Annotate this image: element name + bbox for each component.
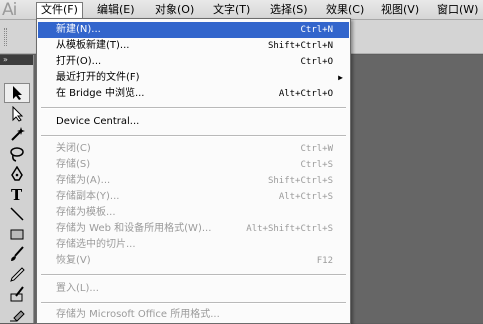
menu-item-device-central[interactable]: Device Central... (38, 114, 349, 130)
menu-item-save-selected-slices[interactable]: 存储选中的切片... (38, 237, 349, 253)
menu-item-browse-in-bridge[interactable]: 在 Bridge 中浏览... Alt+Ctrl+O (38, 86, 349, 102)
menu-item-label: 存储副本(Y)... (56, 191, 120, 202)
menu-item-shortcut: Ctrl+O (300, 57, 333, 67)
menu-item-label: 存储为 Web 和设备所用格式(W)... (56, 223, 212, 234)
menu-item-label: 打开(O)... (56, 56, 102, 67)
selection-tool-icon[interactable] (4, 83, 30, 103)
menu-item-open[interactable]: 打开(O)... Ctrl+O (38, 54, 349, 70)
menu-item-shortcut: Alt+Ctrl+O (278, 89, 333, 99)
menu-item-label: 恢复(V) (56, 255, 91, 266)
menu-item-close[interactable]: 关闭(C) Ctrl+W (38, 141, 349, 157)
menu-item-shortcut: Shift+Ctrl+S (267, 176, 333, 186)
control-bar-grip[interactable] (4, 28, 7, 46)
menu-item-recent-files[interactable]: 最近打开的文件(F) ▶ (38, 70, 349, 86)
menu-item-shortcut: Shift+Ctrl+N (267, 41, 333, 51)
menu-file[interactable]: 文件(F) (36, 2, 83, 18)
menu-item-save-a-copy[interactable]: 存储副本(Y)... Alt+Ctrl+S (38, 189, 349, 205)
type-tool-icon[interactable]: T (4, 184, 30, 204)
menu-effect[interactable]: 效果(C) (322, 2, 368, 18)
menu-item-save-for-microsoft-office[interactable]: 存储为 Microsoft Office 所用格式... (38, 307, 349, 323)
menu-edit[interactable]: 编辑(E) (93, 2, 139, 18)
menu-object[interactable]: 对象(O) (151, 2, 198, 18)
menu-item-save-as[interactable]: 存储为(A)... Shift+Ctrl+S (38, 173, 349, 189)
menu-item-shortcut: Alt+Ctrl+S (278, 192, 333, 202)
lasso-tool-icon[interactable] (4, 144, 30, 164)
menu-view[interactable]: 视图(V) (377, 2, 423, 18)
menu-window[interactable]: 窗口(W) (433, 2, 482, 18)
menu-item-label: 存储为模板... (56, 207, 116, 218)
menu-item-shortcut: Alt+Shift+Ctrl+S (246, 224, 333, 234)
menu-separator (41, 107, 346, 109)
line-segment-tool-icon[interactable] (4, 204, 30, 224)
magic-wand-tool-icon[interactable] (4, 124, 30, 144)
menu-item-label: 从模板新建(T)... (56, 40, 130, 51)
menu-item-shortcut: Ctrl+W (300, 144, 333, 154)
menu-item-label: 存储为 Microsoft Office 所用格式... (56, 309, 220, 320)
menu-item-revert[interactable]: 恢复(V) F12 (38, 253, 349, 269)
rectangle-tool-icon[interactable] (4, 224, 30, 244)
menu-item-label: 关闭(C) (56, 143, 91, 154)
menu-item-label: 存储为(A)... (56, 175, 111, 186)
menu-separator (41, 135, 346, 137)
pencil-tool-icon[interactable] (4, 264, 30, 284)
toolbox-collapse-handle[interactable]: » (0, 55, 33, 65)
eraser-tool-icon[interactable] (4, 304, 30, 324)
submenu-arrow-icon: ▶ (338, 73, 343, 82)
menu-item-shortcut: Ctrl+S (300, 160, 333, 170)
menu-item-save-as-template[interactable]: 存储为模板... (38, 205, 349, 221)
svg-text:T: T (11, 186, 23, 202)
direct-selection-tool-icon[interactable] (4, 104, 30, 124)
menu-item-save[interactable]: 存储(S) Ctrl+S (38, 157, 349, 173)
menu-bar: Ai 文件(F) 编辑(E) 对象(O) 文字(T) 选择(S) 效果(C) 视… (0, 0, 483, 20)
menu-type[interactable]: 文字(T) (209, 2, 254, 18)
menu-item-place[interactable]: 置入(L)... (38, 281, 349, 297)
menu-item-label: 存储(S) (56, 159, 91, 170)
toolbox-panel: » T (0, 55, 34, 323)
menu-separator (41, 302, 346, 304)
menu-item-new-from-template[interactable]: 从模板新建(T)... Shift+Ctrl+N (38, 38, 349, 54)
pen-tool-icon[interactable] (4, 164, 30, 184)
menu-item-label: Device Central... (56, 116, 140, 127)
menu-item-shortcut: Ctrl+N (300, 25, 333, 35)
menu-item-save-for-web[interactable]: 存储为 Web 和设备所用格式(W)... Alt+Shift+Ctrl+S (38, 221, 349, 237)
menu-item-label: 在 Bridge 中浏览... (56, 88, 145, 99)
app-logo: Ai (2, 0, 17, 20)
menu-item-label: 最近打开的文件(F) (56, 72, 140, 83)
menu-item-label: 新建(N)... (56, 24, 101, 35)
menu-item-label: 置入(L)... (56, 283, 99, 294)
file-menu-dropdown: 新建(N)... Ctrl+N 从模板新建(T)... Shift+Ctrl+N… (36, 18, 351, 324)
blob-brush-tool-icon[interactable] (4, 284, 30, 304)
menu-separator (41, 274, 346, 276)
menu-item-new[interactable]: 新建(N)... Ctrl+N (38, 22, 349, 38)
paintbrush-tool-icon[interactable] (4, 244, 30, 264)
menu-select[interactable]: 选择(S) (266, 2, 312, 18)
menu-item-label: 存储选中的切片... (56, 239, 136, 250)
menu-item-shortcut: F12 (316, 256, 333, 266)
